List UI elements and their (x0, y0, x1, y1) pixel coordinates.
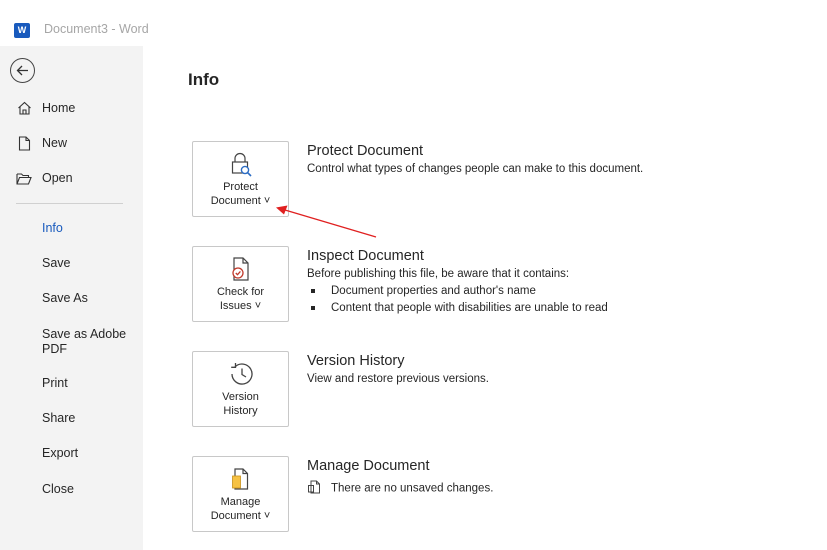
sidebar-item-label: Home (42, 101, 76, 115)
protect-document-title: Protect Document (307, 143, 424, 159)
word-logo-icon: W (14, 23, 30, 38)
button-label: Check for (216, 286, 265, 298)
sidebar-item-label: Info (42, 221, 63, 235)
bullet-icon (311, 305, 315, 310)
sidebar-item-label: Save as Adobe PDF (42, 327, 127, 356)
manage-document-icon (228, 465, 254, 493)
version-history-title: Version History (307, 353, 405, 369)
button-label: Protect (223, 181, 258, 193)
lock-icon (228, 150, 254, 178)
sidebar-item-export[interactable]: Export (0, 438, 143, 468)
check-for-issues-button[interactable]: Check for Issues ˅ (192, 246, 289, 322)
new-document-icon (16, 135, 32, 151)
version-history-description: View and restore previous versions. (307, 373, 489, 385)
list-item: Content that people with disabilities ar… (311, 302, 608, 314)
back-arrow-icon (16, 65, 28, 76)
sidebar-item-label: New (42, 136, 68, 150)
bullet-icon (311, 288, 315, 293)
button-label: Version (222, 391, 259, 403)
manage-document-title: Manage Document (307, 458, 430, 474)
button-label: History (223, 405, 258, 417)
button-label: Issues ˅ (219, 300, 262, 312)
sidebar-item-print[interactable]: Print (0, 368, 143, 398)
sidebar-item-home[interactable]: Home (0, 93, 143, 123)
history-clock-icon (227, 360, 255, 388)
inspect-document-title: Inspect Document (307, 248, 424, 264)
protect-document-description: Control what types of changes people can… (307, 163, 644, 175)
manage-document-button[interactable]: Manage Document ˅ (192, 456, 289, 532)
list-item-text: Document properties and author's name (331, 285, 536, 297)
sidebar-divider (16, 203, 123, 204)
sidebar-item-new[interactable]: New (0, 128, 143, 158)
button-label: Manage (220, 496, 261, 508)
title-bar: W Document3 - Word (0, 0, 827, 46)
sidebar-item-label: Save As (42, 291, 88, 305)
sidebar-item-label: Open (42, 171, 73, 185)
sidebar-item-save-as-adobe-pdf[interactable]: Save as Adobe PDF (42, 327, 137, 357)
sidebar-item-save-as[interactable]: Save As (0, 283, 143, 313)
unsaved-changes-status: There are no unsaved changes. (331, 482, 494, 495)
version-history-button[interactable]: Version History (192, 351, 289, 427)
back-button[interactable] (10, 58, 35, 83)
protect-document-button[interactable]: Protect Document ˅ (192, 141, 289, 217)
backstage-sidebar: Home New Open Info Save Save As Save as … (0, 46, 143, 550)
sidebar-item-open[interactable]: Open (0, 163, 143, 193)
sidebar-item-close[interactable]: Close (0, 474, 143, 504)
manage-document-description: There are no unsaved changes. (307, 480, 493, 497)
page-title: Info (188, 70, 220, 89)
inspect-document-description: Before publishing this file, be aware th… (307, 268, 570, 280)
inspect-document-icon (228, 255, 254, 283)
button-label: Document ˅ (210, 195, 271, 207)
folder-open-icon (16, 170, 32, 186)
button-label: Document ˅ (210, 510, 271, 522)
list-item-text: Content that people with disabilities ar… (331, 302, 608, 314)
sidebar-item-label: Close (42, 482, 74, 496)
list-item: Document properties and author's name (311, 285, 536, 297)
sidebar-item-label: Save (42, 256, 71, 270)
window-title: Document3 - Word (44, 22, 149, 36)
sidebar-item-save[interactable]: Save (0, 248, 143, 278)
sidebar-item-info[interactable]: Info (0, 213, 143, 243)
home-icon (16, 100, 32, 116)
sidebar-item-label: Share (42, 411, 76, 425)
info-panel: Info Protect Document ˅ Protect Document… (143, 46, 827, 550)
document-status-icon (307, 480, 321, 497)
sidebar-item-label: Print (42, 376, 68, 390)
sidebar-item-label: Export (42, 446, 79, 460)
sidebar-item-share[interactable]: Share (0, 403, 143, 433)
